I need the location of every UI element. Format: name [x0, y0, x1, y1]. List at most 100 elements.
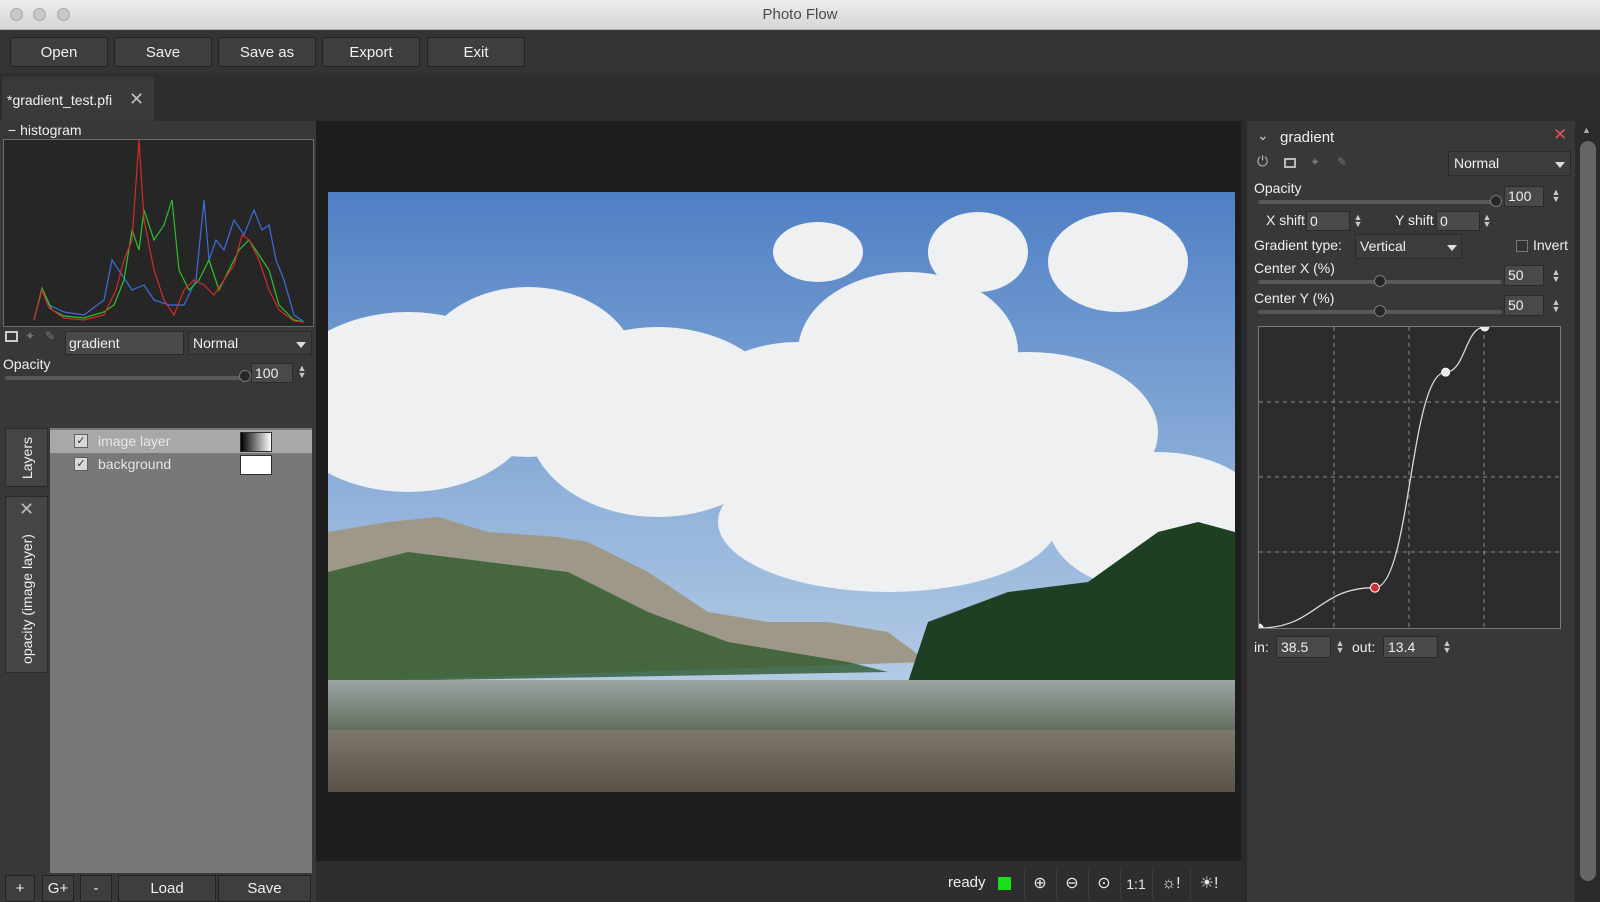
- status-text: ready: [948, 874, 986, 891]
- collapse-icon: −: [8, 122, 17, 138]
- gradient-curve-editor[interactable]: [1258, 326, 1561, 629]
- side-tabs: Layers ✕ opacity (image layer): [5, 428, 48, 673]
- histogram: [3, 139, 314, 327]
- layer-blend-mode-value: Normal: [193, 335, 239, 351]
- yshift-input[interactable]: 0: [1436, 211, 1480, 231]
- layer-row-image-layer[interactable]: ✓ image layer: [50, 430, 312, 453]
- main-toolbar: Open Save Save as Export Exit: [0, 30, 1600, 73]
- layer-opacity-label: Opacity: [3, 356, 51, 372]
- shadows-clipping-icon[interactable]: ☼!: [1152, 869, 1189, 899]
- layer-name-field[interactable]: gradient: [65, 331, 184, 355]
- center-x-slider-knob[interactable]: [1374, 275, 1386, 287]
- curve-out-label: out:: [1352, 639, 1376, 655]
- highlights-clipping-icon[interactable]: ☀!: [1190, 869, 1227, 899]
- pencil-icon[interactable]: ✎: [45, 329, 55, 343]
- mask-icon[interactable]: [1284, 158, 1296, 168]
- curve-point[interactable]: [1441, 367, 1451, 377]
- curve-in-value: 38.5: [1281, 639, 1309, 655]
- layer-opacity-slider[interactable]: [5, 376, 245, 380]
- layer-blend-mode-select[interactable]: Normal: [188, 331, 312, 355]
- histogram-header[interactable]: − histogram: [8, 122, 82, 138]
- center-y-spinner[interactable]: ▲ ▼: [1551, 298, 1561, 314]
- gradient-opacity-spinner[interactable]: ▲ ▼: [1551, 188, 1561, 204]
- center-y-slider-knob[interactable]: [1374, 305, 1386, 317]
- zoom-out-icon[interactable]: ⊖: [1056, 869, 1087, 899]
- histogram-red-channel: [33, 140, 305, 323]
- close-icon[interactable]: ✕: [19, 499, 34, 520]
- curve-point-selected[interactable]: [1369, 582, 1380, 593]
- chevron-down-icon: [1447, 245, 1457, 251]
- pencil-icon[interactable]: ✎: [1337, 155, 1347, 169]
- layer-name: background: [98, 456, 172, 472]
- center-y-value: 50: [1508, 297, 1524, 313]
- xshift-input[interactable]: 0: [1306, 211, 1350, 231]
- window-title: Photo Flow: [762, 6, 838, 23]
- curve-in-input[interactable]: 38.5: [1276, 636, 1331, 658]
- add-group-button[interactable]: G+: [42, 875, 74, 902]
- curve-point[interactable]: [1259, 623, 1264, 628]
- gradient-opacity-input[interactable]: 100: [1504, 186, 1544, 207]
- zoom-one-to-one-button[interactable]: 1:1: [1120, 869, 1151, 899]
- title-bar: Photo Flow: [0, 0, 1600, 30]
- pin-icon[interactable]: ✦: [25, 329, 35, 343]
- load-preset-button[interactable]: Load: [118, 875, 216, 902]
- curve-graph[interactable]: [1259, 327, 1560, 628]
- chevron-down-icon[interactable]: ⌄: [1257, 127, 1269, 144]
- curve-out-spinner[interactable]: ▲ ▼: [1442, 639, 1452, 655]
- curve-point[interactable]: [1480, 327, 1490, 332]
- center-x-input[interactable]: 50: [1504, 265, 1544, 286]
- xshift-spinner[interactable]: ▲ ▼: [1353, 213, 1363, 229]
- remove-layer-button[interactable]: -: [80, 875, 112, 902]
- image-preview: [328, 192, 1235, 792]
- save-as-button[interactable]: Save as: [218, 37, 316, 67]
- invert-label: Invert: [1533, 237, 1569, 253]
- yshift-value: 0: [1440, 213, 1448, 229]
- gradient-opacity-value: 100: [1508, 188, 1532, 204]
- layer-opacity-slider-knob[interactable]: [239, 370, 251, 382]
- center-y-input[interactable]: 50: [1504, 295, 1544, 316]
- exit-button[interactable]: Exit: [427, 37, 525, 67]
- close-icon[interactable]: ✕: [129, 89, 144, 110]
- zoom-fit-icon[interactable]: ⊙: [1088, 869, 1119, 899]
- chevron-down-icon: [1555, 162, 1565, 168]
- power-icon[interactable]: ⏻: [1257, 153, 1268, 170]
- layers-list: ✓ image layer ✓ background: [50, 428, 312, 873]
- close-icon[interactable]: ✕: [1553, 125, 1567, 145]
- layer-row-background[interactable]: ✓ background: [50, 453, 312, 476]
- center-y-label: Center Y (%): [1254, 290, 1335, 306]
- gradient-blend-mode-select[interactable]: Normal: [1448, 151, 1571, 176]
- curve-out-input[interactable]: 13.4: [1383, 636, 1438, 658]
- gradient-type-select[interactable]: Vertical: [1355, 234, 1462, 259]
- histogram-label: histogram: [20, 122, 82, 138]
- status-indicator: [998, 877, 1011, 890]
- tab-layers[interactable]: Layers: [5, 428, 48, 487]
- layer-visibility-checkbox[interactable]: ✓: [74, 434, 88, 448]
- add-layer-button[interactable]: +: [5, 875, 35, 902]
- invert-checkbox[interactable]: [1516, 240, 1528, 252]
- histogram-green-channel: [33, 199, 305, 323]
- export-button[interactable]: Export: [322, 37, 420, 67]
- save-preset-button[interactable]: Save: [218, 875, 311, 902]
- document-tab[interactable]: *gradient_test.pfi ✕: [2, 77, 154, 121]
- tab-opacity-image-layer[interactable]: ✕ opacity (image layer): [5, 496, 48, 673]
- gradient-panel-title: gradient: [1280, 129, 1335, 146]
- mask-icon[interactable]: [5, 331, 18, 342]
- open-button[interactable]: Open: [10, 37, 108, 67]
- scrollbar-thumb[interactable]: [1580, 141, 1596, 881]
- gradient-opacity-slider[interactable]: [1258, 200, 1496, 204]
- yshift-spinner[interactable]: ▲ ▼: [1482, 213, 1492, 229]
- curve-in-label: in:: [1254, 639, 1269, 655]
- curve-in-spinner[interactable]: ▲ ▼: [1335, 639, 1345, 655]
- layer-opacity-input[interactable]: 100: [251, 363, 293, 383]
- save-button[interactable]: Save: [114, 37, 212, 67]
- tab-layers-label: Layers: [18, 436, 35, 479]
- layer-opacity-spinner[interactable]: ▲ ▼: [297, 364, 307, 380]
- layer-visibility-checkbox[interactable]: ✓: [74, 457, 88, 471]
- document-tab-label: *gradient_test.pfi: [7, 92, 113, 108]
- gradient-opacity-slider-knob[interactable]: [1490, 195, 1502, 207]
- right-panel-scrollbar[interactable]: ▲: [1577, 121, 1600, 902]
- zoom-in-icon[interactable]: ⊕: [1024, 869, 1055, 899]
- scroll-up-icon[interactable]: ▲: [1582, 125, 1591, 135]
- center-x-spinner[interactable]: ▲ ▼: [1551, 268, 1561, 284]
- pin-icon[interactable]: ✦: [1310, 155, 1320, 169]
